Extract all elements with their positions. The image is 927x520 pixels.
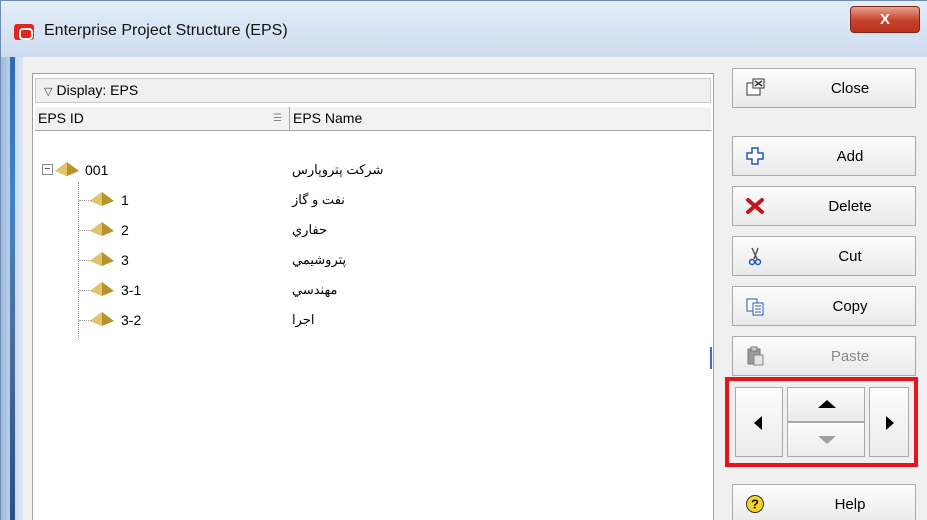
close-button-label: Close	[830, 80, 870, 97]
close-button[interactable]: Close	[732, 68, 916, 108]
delete-x-icon	[746, 198, 764, 214]
scissors-icon	[748, 247, 762, 266]
tree-row-2[interactable]: 2 حفاري	[33, 218, 713, 248]
arrow-left-icon	[754, 416, 762, 430]
row-name: حفاري	[292, 222, 328, 237]
collapse-toggle-icon[interactable]: −	[42, 164, 53, 175]
tree-row-001[interactable]: − 001 شرکت پتروپارس	[33, 158, 713, 188]
window-left-edge	[1, 57, 23, 520]
chevron-down-icon[interactable]: ▽	[44, 86, 52, 98]
delete-button[interactable]: Delete	[732, 186, 916, 226]
edge-accent	[10, 57, 15, 520]
eps-window: Enterprise Project Structure (EPS) X ▽ Di…	[0, 0, 927, 520]
row-id: 2	[121, 222, 129, 238]
row-name: نفت و گاز	[292, 192, 345, 207]
copy-button[interactable]: Copy	[732, 286, 916, 326]
row-name: اجرا	[292, 312, 315, 327]
move-left-button[interactable]	[735, 387, 783, 457]
group-bar[interactable]: ▽ Display: EPS	[35, 78, 711, 103]
dialog-content: ▽ Display: EPS EPS ID ☰ EPS Name − 001 شر…	[23, 57, 927, 520]
row-id: 3	[121, 252, 129, 268]
arrow-up-icon	[818, 400, 836, 408]
paste-button-label: Paste	[830, 348, 870, 365]
eps-node-icon	[90, 312, 114, 326]
plus-icon	[746, 147, 764, 165]
window-title: Enterprise Project Structure (EPS)	[44, 22, 288, 39]
cut-button[interactable]: Cut	[732, 236, 916, 276]
row-name: مهندسي	[292, 282, 338, 297]
arrow-down-icon	[818, 436, 836, 444]
row-name: شرکت پتروپارس	[292, 162, 384, 177]
eps-grid: ▽ Display: EPS EPS ID ☰ EPS Name − 001 شر…	[32, 73, 714, 520]
tree-row-1[interactable]: 1 نفت و گاز	[33, 188, 713, 218]
add-button[interactable]: Add	[732, 136, 916, 176]
svg-text:?: ?	[751, 497, 759, 512]
group-label: Display: EPS	[56, 82, 139, 98]
tree-row-3-2[interactable]: 3-2 اجرا	[33, 308, 713, 338]
window-close-button[interactable]: X	[850, 6, 920, 33]
move-right-button[interactable]	[869, 387, 909, 457]
eps-node-icon	[90, 192, 114, 206]
title-bar[interactable]: Enterprise Project Structure (EPS) X	[1, 1, 927, 57]
move-up-button[interactable]	[787, 387, 865, 422]
column-label-eps-id: EPS ID	[38, 110, 84, 126]
move-down-button[interactable]	[787, 422, 865, 457]
eps-node-icon	[90, 222, 114, 236]
row-id: 1	[121, 192, 129, 208]
column-sort-icon[interactable]: ☰	[273, 107, 282, 130]
tree-row-3-1[interactable]: 3-1 مهندسي	[33, 278, 713, 308]
help-button[interactable]: ? Help	[732, 484, 916, 520]
column-header-eps-id[interactable]: EPS ID ☰	[35, 107, 288, 130]
column-header: EPS ID ☰ EPS Name	[35, 107, 711, 131]
oracle-app-icon	[14, 24, 34, 40]
row-id: 3-2	[121, 312, 142, 328]
copy-icon	[746, 298, 764, 316]
tree-row-3[interactable]: 3 پتروشيمي	[33, 248, 713, 278]
help-button-label: Help	[834, 496, 866, 513]
eps-node-icon	[90, 282, 114, 296]
text-cursor	[710, 347, 712, 369]
close-window-icon	[746, 78, 765, 96]
column-label-eps-name: EPS Name	[293, 110, 363, 126]
row-id: 001	[85, 162, 109, 178]
eps-node-icon	[90, 252, 114, 266]
add-button-label: Add	[836, 148, 864, 165]
row-id: 3-1	[121, 282, 142, 298]
arrow-right-icon	[886, 416, 894, 430]
move-controls-highlight	[725, 377, 918, 467]
delete-button-label: Delete	[828, 198, 872, 215]
help-icon: ?	[746, 495, 764, 513]
column-header-eps-name[interactable]: EPS Name	[289, 107, 362, 130]
eps-node-icon	[55, 162, 79, 176]
paste-button[interactable]: Paste	[732, 336, 916, 376]
row-name: پتروشيمي	[292, 252, 347, 267]
paste-clipboard-icon	[747, 346, 764, 366]
copy-button-label: Copy	[832, 298, 868, 315]
cut-button-label: Cut	[838, 248, 862, 265]
